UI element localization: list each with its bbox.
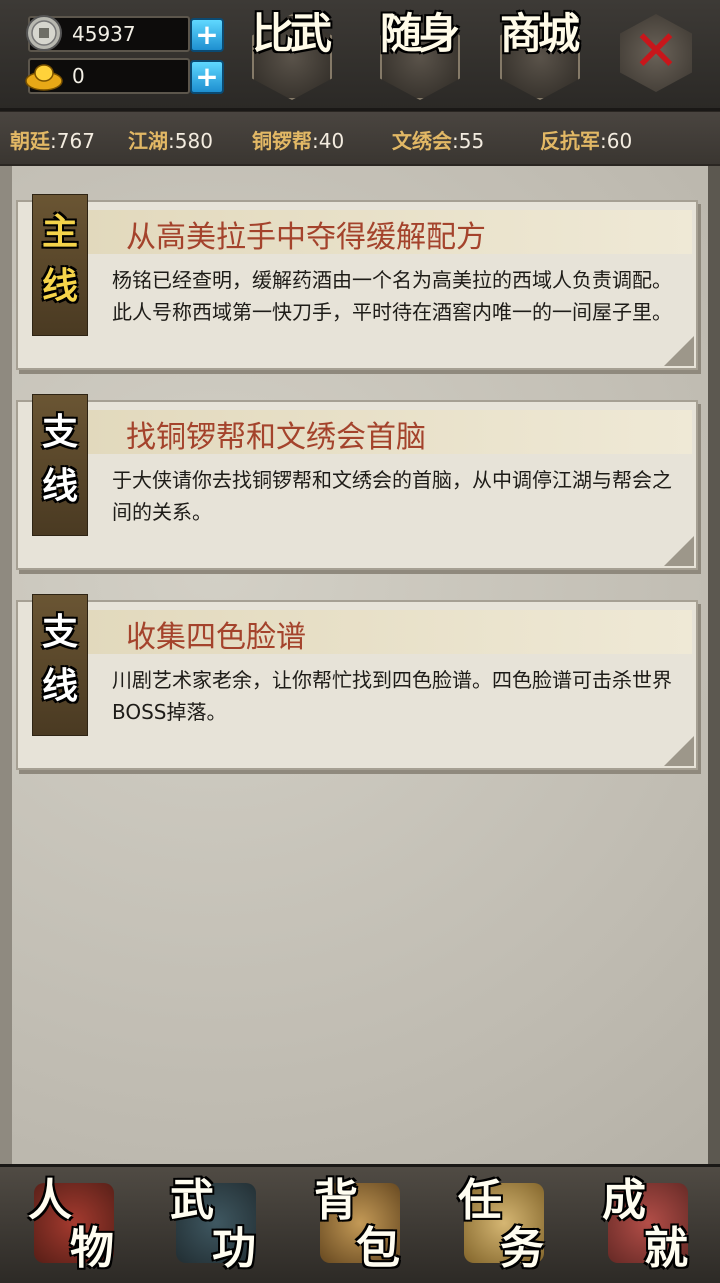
corner-fold <box>664 536 694 566</box>
coin-value: 45937 <box>72 22 136 46</box>
side-quest-tag: 支 线 <box>32 594 88 736</box>
corner-fold <box>664 736 694 766</box>
nav-skills-button[interactable]: 武 功 <box>146 1173 286 1281</box>
nav-char: 物 <box>70 1223 114 1274</box>
close-button[interactable]: ✕ <box>620 14 692 92</box>
reputation-jianghu: 江湖:580 <box>128 125 213 154</box>
nav-char: 功 <box>212 1223 256 1274</box>
coin-icon <box>26 15 62 51</box>
add-coins-button[interactable]: + <box>190 18 224 52</box>
tag-char: 支 <box>41 611 78 653</box>
reputation-value: :40 <box>312 129 345 153</box>
reputation-value: :55 <box>452 129 485 153</box>
reputation-value: :580 <box>168 129 213 153</box>
tag-char: 支 <box>41 411 78 453</box>
nav-char: 就 <box>644 1223 688 1274</box>
nav-char: 务 <box>500 1223 544 1274</box>
nav-char: 任 <box>458 1175 502 1226</box>
reputation-value: :767 <box>50 129 95 153</box>
panel-edge <box>0 166 12 1164</box>
reputation-name: 朝廷 <box>10 129 50 153</box>
top-bar: 45937 + 0 + 比武 随身 商城 ✕ <box>0 0 720 111</box>
reputation-embroidery-society: 文绣会:55 <box>392 125 484 154</box>
carry-button[interactable]: 随身 <box>368 8 468 100</box>
tag-char: 线 <box>41 665 78 707</box>
arena-button[interactable]: 比武 <box>240 8 340 100</box>
reputation-value: :60 <box>600 129 633 153</box>
quest-title: 收集四色脸谱 <box>126 620 306 655</box>
nav-achievements-button[interactable]: 成 就 <box>578 1173 718 1281</box>
nav-char: 包 <box>356 1223 400 1274</box>
nav-char: 武 <box>170 1175 214 1226</box>
quest-title: 从高美拉手中夺得缓解配方 <box>126 220 486 255</box>
gold-counter: 0 <box>25 58 190 94</box>
close-icon: ✕ <box>632 19 680 84</box>
reputation-name: 江湖 <box>128 129 168 153</box>
nav-bag-button[interactable]: 背 包 <box>290 1173 430 1281</box>
quest-description: 川剧艺术家老余，让你帮忙找到四色脸谱。四色脸谱可击杀世界BOSS掉落。 <box>112 668 672 724</box>
tag-char: 线 <box>41 465 78 507</box>
reputation-name: 铜锣帮 <box>252 129 312 153</box>
reputation-bar: 朝廷:767 江湖:580 铜锣帮:40 文绣会:55 反抗军:60 <box>0 112 720 164</box>
nav-quests-button[interactable]: 任 务 <box>434 1173 574 1281</box>
quest-card[interactable]: 从高美拉手中夺得缓解配方 杨铭已经查明，缓解药酒由一个名为高美拉的西域人负责调配… <box>16 194 698 370</box>
panel-edge <box>708 166 720 1164</box>
gold-ingot-icon <box>25 64 63 91</box>
nav-character-button[interactable]: 人 物 <box>4 1173 144 1281</box>
reputation-court: 朝廷:767 <box>10 125 95 154</box>
side-quest-tag: 支 线 <box>32 394 88 536</box>
nav-char: 背 <box>314 1175 358 1226</box>
tag-char: 线 <box>41 265 78 307</box>
carry-label: 随身 <box>379 9 460 58</box>
quest-card[interactable]: 找铜锣帮和文绣会首脑 于大侠请你去找铜锣帮和文绣会的首脑，从中调停江湖与帮会之间… <box>16 394 698 570</box>
add-gold-button[interactable]: + <box>190 60 224 94</box>
shop-label: 商城 <box>499 9 580 58</box>
quest-description: 杨铭已经查明，缓解药酒由一个名为高美拉的西域人负责调配。此人号称西域第一快刀手，… <box>112 268 672 324</box>
quest-title: 找铜锣帮和文绣会首脑 <box>126 420 426 455</box>
nav-char: 人 <box>28 1175 72 1226</box>
coin-counter: 45937 <box>26 15 190 52</box>
tag-char: 主 <box>41 211 78 253</box>
corner-fold <box>664 336 694 366</box>
quest-card[interactable]: 收集四色脸谱 川剧艺术家老余，让你帮忙找到四色脸谱。四色脸谱可击杀世界BOSS掉… <box>16 594 698 770</box>
plus-icon: + <box>195 18 219 51</box>
reputation-rebels: 反抗军:60 <box>540 125 632 154</box>
main-quest-tag: 主 线 <box>32 194 88 336</box>
reputation-name: 反抗军 <box>540 129 600 153</box>
gold-value: 0 <box>72 64 85 88</box>
plus-icon: + <box>195 60 219 93</box>
shop-button[interactable]: 商城 <box>488 8 588 100</box>
reputation-name: 文绣会 <box>392 129 452 153</box>
quest-description: 于大侠请你去找铜锣帮和文绣会的首脑，从中调停江湖与帮会之间的关系。 <box>112 468 672 524</box>
reputation-gong-gang: 铜锣帮:40 <box>252 125 344 154</box>
bottom-nav: 人 物 武 功 背 包 任 务 成 就 <box>0 1164 720 1283</box>
nav-char: 成 <box>602 1175 646 1226</box>
arena-label: 比武 <box>251 9 332 58</box>
